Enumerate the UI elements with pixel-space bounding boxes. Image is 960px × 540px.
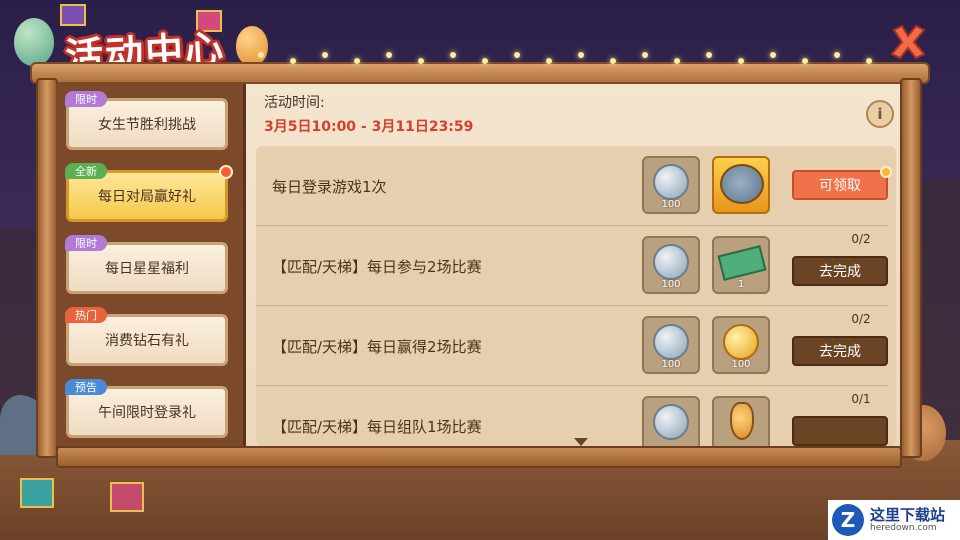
tom-card-icon (720, 164, 764, 204)
reward-item[interactable]: 100 (642, 236, 700, 294)
sidebar-tab[interactable]: 热门消费钻石有礼 (65, 307, 228, 366)
close-x-icon (890, 24, 926, 60)
light-bulb (418, 58, 424, 64)
light-bulb (578, 52, 584, 58)
light-bulb (354, 58, 360, 64)
ticket-icon (717, 245, 767, 281)
task-name: 【匹配/天梯】每日组队1场比赛 (272, 418, 482, 436)
potion-bottle-icon (730, 402, 754, 440)
reward-item[interactable] (712, 396, 770, 446)
watermark-logo: Z (832, 504, 864, 536)
tab-badge: 热门 (65, 307, 107, 323)
gift-box-decoration (20, 478, 54, 508)
task-progress: 0/1 (851, 392, 871, 406)
task-row: 【匹配/天梯】每日参与2场比赛 100 1 0/2 去完成 (256, 226, 888, 306)
frame-post-left (36, 78, 58, 458)
tab-badge: 限时 (65, 91, 107, 107)
task-progress: 0/2 (851, 232, 871, 246)
activity-time-value: 3月5日10:00 - 3月11日23:59 (264, 119, 474, 135)
frame-post-right (900, 78, 922, 458)
task-name: 【匹配/天梯】每日参与2场比赛 (272, 258, 482, 276)
task-name: 每日登录游戏1次 (272, 178, 387, 196)
task-row: 每日登录游戏1次 100 可领取 (256, 146, 892, 226)
go-complete-button[interactable]: 去完成 (792, 336, 888, 366)
notification-dot (880, 166, 892, 178)
light-bulb (322, 52, 328, 58)
light-bulb (706, 52, 712, 58)
sidebar-tab[interactable]: 全新每日对局赢好礼 (65, 163, 233, 222)
sidebar-tab[interactable]: 限时每日星星福利 (65, 235, 228, 294)
reward-item[interactable]: 100 (642, 156, 700, 214)
gold-coin-icon (723, 324, 759, 360)
light-bulb (450, 52, 456, 58)
silver-coin-icon (653, 164, 689, 200)
light-bulb (834, 52, 840, 58)
bottom-rail (56, 446, 902, 468)
activity-detail-panel: 活动时间: 3月5日10:00 - 3月11日23:59 i 每日登录游戏1次 1… (246, 84, 900, 446)
reward-quantity: 100 (661, 359, 681, 370)
tab-badge: 限时 (65, 235, 107, 251)
reward-quantity: 100 (661, 199, 681, 210)
light-bulb (610, 58, 616, 64)
light-bulb (386, 52, 392, 58)
go-complete-button[interactable] (792, 416, 888, 446)
tab-badge: 全新 (65, 163, 107, 179)
activity-sidebar: 限时 女生节胜利挑战 全新 每日对局赢好礼 限时 每日星星福利 热门 消费钻石有礼 预告 午间限时… (56, 84, 246, 446)
sidebar-tab-label: 女生节胜利挑战 (98, 117, 196, 133)
light-bulb (738, 58, 744, 64)
sidebar-tab-label: 每日星星福利 (105, 261, 189, 277)
light-bulb (770, 52, 776, 58)
reward-quantity: 100 (661, 279, 681, 290)
silver-coin-icon (653, 404, 689, 440)
watermark-text: 这里下载站 (870, 506, 946, 524)
close-button[interactable] (886, 20, 930, 64)
reward-quantity: 100 (731, 359, 751, 370)
string-lights (250, 48, 890, 68)
reward-item[interactable]: 100 (712, 316, 770, 374)
task-row: 【匹配/天梯】每日赢得2场比赛 100 100 0/2 去完成 (256, 306, 888, 386)
watermark-url: heredown.com (870, 523, 937, 533)
go-complete-button[interactable]: 去完成 (792, 256, 888, 286)
notification-dot (219, 165, 233, 179)
light-bulb (642, 52, 648, 58)
reward-item[interactable]: 100 (642, 316, 700, 374)
light-bulb (258, 52, 264, 58)
reward-item[interactable] (642, 396, 700, 446)
gift-box-decoration (110, 482, 144, 512)
light-bulb (482, 58, 488, 64)
light-bulb (802, 58, 808, 64)
light-bulb (674, 58, 680, 64)
light-bulb (546, 58, 552, 64)
silver-coin-icon (653, 324, 689, 360)
activity-time-label: 活动时间: (264, 95, 325, 111)
reward-quantity: 1 (737, 279, 745, 290)
task-name: 【匹配/天梯】每日赢得2场比赛 (272, 338, 482, 356)
sidebar-tab[interactable]: 预告午间限时登录礼 (65, 379, 228, 438)
silver-coin-icon (653, 244, 689, 280)
sidebar-tab-label: 每日对局赢好礼 (98, 189, 196, 205)
reward-item[interactable] (712, 156, 770, 214)
light-bulb (290, 58, 296, 64)
info-button[interactable]: i (866, 100, 894, 128)
light-bulb (514, 52, 520, 58)
task-list[interactable]: 每日登录游戏1次 100 可领取 【匹配/天梯】每日参与2场比赛 100 1 0/2 去完成【… (256, 146, 896, 446)
tab-badge: 预告 (65, 379, 107, 395)
sidebar-tab[interactable]: 限时女生节胜利挑战 (65, 91, 228, 150)
sidebar-tab-label: 消费钻石有礼 (105, 333, 189, 349)
task-row: 【匹配/天梯】每日组队1场比赛 0/1 (256, 386, 888, 446)
sidebar-tab-label: 午间限时登录礼 (98, 405, 196, 421)
scroll-down-arrow-icon[interactable] (574, 438, 588, 446)
light-bulb (866, 58, 872, 64)
reward-item[interactable]: 1 (712, 236, 770, 294)
claim-button[interactable]: 可领取 (792, 170, 888, 200)
task-progress: 0/2 (851, 312, 871, 326)
watermark: Z 这里下载站 heredown.com (828, 500, 960, 540)
